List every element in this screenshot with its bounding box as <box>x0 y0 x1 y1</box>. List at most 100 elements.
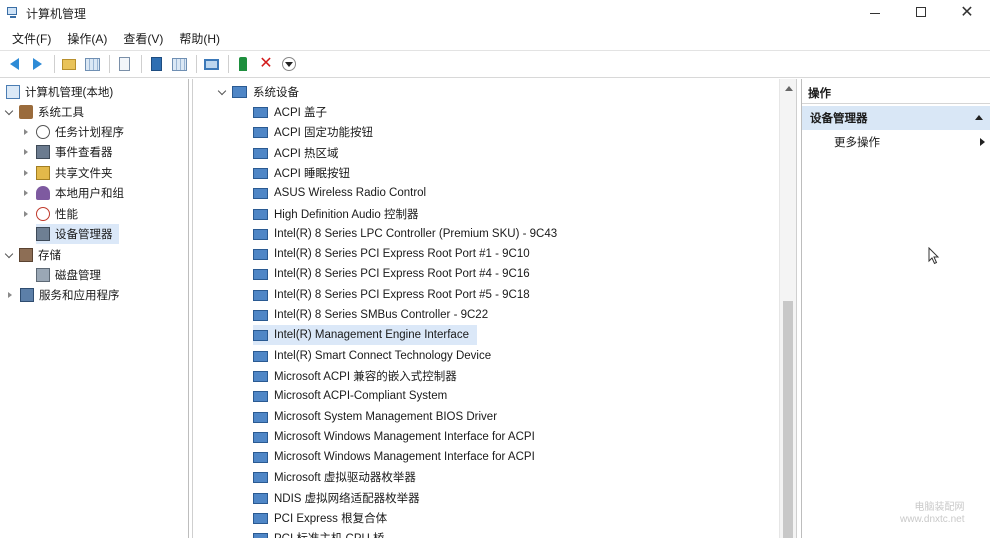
device-row[interactable]: PCI 标准主机 CPU 桥 <box>253 528 385 538</box>
device-row[interactable]: NDIS 虚拟网络适配器枚举器 <box>253 488 420 508</box>
back-button[interactable] <box>4 54 24 74</box>
minimize-button[interactable] <box>852 0 898 24</box>
device-row[interactable]: ACPI 盖子 <box>253 102 327 122</box>
help-button[interactable] <box>146 54 166 74</box>
device-row[interactable]: Microsoft ACPI-Compliant System <box>253 386 447 406</box>
device-row[interactable]: Intel(R) 8 Series PCI Express Root Port … <box>253 264 530 284</box>
vertical-scrollbar[interactable] <box>779 79 796 538</box>
forward-button[interactable] <box>27 54 47 74</box>
device-label: ASUS Wireless Radio Control <box>274 187 427 200</box>
uninstall-device-button[interactable]: ✕ <box>256 54 276 74</box>
device-label: Intel(R) 8 Series PCI Express Root Port … <box>274 288 530 301</box>
collapse-chevron-icon[interactable] <box>24 170 28 176</box>
properties-icon <box>118 57 130 71</box>
watermark: 电脑装配网 www.dnxtc.net <box>900 502 964 526</box>
device-row[interactable]: ASUS Wireless Radio Control <box>253 183 426 203</box>
device-row[interactable]: ACPI 睡眠按钮 <box>253 163 350 183</box>
expand-chevron-icon[interactable] <box>4 106 14 115</box>
tree-item-device-manager[interactable]: 设备管理器 <box>36 224 119 244</box>
tree-item-disk-management[interactable]: 磁盘管理 <box>36 265 101 285</box>
tree-item-performance[interactable]: 性能 <box>24 204 78 224</box>
collapse-chevron-icon[interactable] <box>24 129 28 135</box>
menu-action[interactable]: 操作(A) <box>59 30 115 47</box>
tree-item-event-viewer[interactable]: 事件查看器 <box>24 142 113 162</box>
maximize-icon <box>916 7 926 17</box>
update-driver-icon <box>282 57 296 71</box>
collapse-chevron-icon[interactable] <box>8 292 12 298</box>
device-icon <box>253 411 268 423</box>
device-row[interactable]: Microsoft 虚拟驱动器枚举器 <box>253 467 416 487</box>
device-label: Intel(R) Smart Connect Technology Device <box>274 349 492 362</box>
category-system-devices[interactable]: 系统设备 <box>217 82 299 102</box>
device-row[interactable]: Intel(R) 8 Series LPC Controller (Premiu… <box>253 224 557 244</box>
tree-item-label: 性能 <box>55 209 78 221</box>
scroll-up-icon[interactable] <box>785 86 793 91</box>
device-label: High Definition Audio 控制器 <box>274 208 419 221</box>
scrollbar-thumb[interactable] <box>783 301 793 538</box>
more-actions-item[interactable]: 更多操作 <box>834 132 989 152</box>
maximize-button[interactable] <box>898 0 944 24</box>
device-icon <box>253 329 268 342</box>
scan-hardware-button[interactable] <box>201 54 221 74</box>
device-icon <box>253 309 268 321</box>
tree-item-task-scheduler[interactable]: 任务计划程序 <box>24 122 124 142</box>
system-tools-icon <box>19 105 33 119</box>
navigation-tree: 计算机管理(本地) 系统工具 任务计划程序 事件查看器 共享文件夹 本地用户和组… <box>0 79 189 538</box>
title-bar: 计算机管理 ✕ <box>0 0 990 26</box>
menu-view[interactable]: 查看(V) <box>115 30 171 47</box>
expand-chevron-icon[interactable] <box>4 249 14 258</box>
device-list-pane: 系统设备 ACPI 盖子 ACPI 固定功能按钮 ACPI 热区域 ACPI 睡眠按钮… <box>192 79 797 538</box>
device-row[interactable]: High Definition Audio 控制器 <box>253 204 418 224</box>
menu-file[interactable]: 文件(F) <box>4 30 59 47</box>
forward-icon <box>32 58 42 70</box>
device-label: Microsoft ACPI-Compliant System <box>274 390 448 403</box>
up-folder-button[interactable] <box>59 54 79 74</box>
device-row[interactable]: Microsoft System Management BIOS Driver <box>253 407 497 427</box>
close-button[interactable]: ✕ <box>944 0 990 24</box>
menu-help[interactable]: 帮助(H) <box>171 30 228 47</box>
tree-item-label: 存储 <box>38 250 61 262</box>
device-label: ACPI 盖子 <box>274 107 328 119</box>
device-row[interactable]: PCI Express 根复合体 <box>253 508 387 528</box>
collapse-chevron-icon[interactable] <box>24 149 28 155</box>
device-row[interactable]: ACPI 热区域 <box>253 143 339 163</box>
collapse-chevron-icon[interactable] <box>24 211 28 217</box>
device-row[interactable]: Intel(R) 8 Series PCI Express Root Port … <box>253 244 530 264</box>
toolbar-separator <box>54 55 55 73</box>
properties-button[interactable] <box>114 54 134 74</box>
device-icon <box>253 512 268 524</box>
computer-management-icon <box>6 6 20 20</box>
tree-item-services-apps[interactable]: 服务和应用程序 <box>8 285 120 305</box>
show-hide-tree-button[interactable] <box>82 54 102 74</box>
collapse-caret-icon[interactable] <box>975 115 983 120</box>
watermark-line: 电脑装配网 <box>914 502 965 513</box>
device-row[interactable]: Intel(R) 8 Series PCI Express Root Port … <box>253 285 530 305</box>
watermark-line: www.dnxtc.net <box>900 514 965 525</box>
update-driver-button[interactable] <box>279 54 299 74</box>
device-row[interactable]: Microsoft Windows Management Interface f… <box>253 447 535 467</box>
collapse-chevron-icon[interactable] <box>24 190 28 196</box>
tree-item-storage[interactable]: 存储 <box>4 245 61 265</box>
enable-device-button[interactable] <box>233 54 253 74</box>
device-row[interactable]: Microsoft ACPI 兼容的嵌入式控制器 <box>253 366 457 386</box>
details-view-button[interactable] <box>169 54 189 74</box>
tree-item-local-users[interactable]: 本地用户和组 <box>24 183 124 203</box>
device-icon <box>253 431 268 443</box>
tree-item-system-tools[interactable]: 系统工具 <box>4 102 84 122</box>
device-row[interactable]: ACPI 固定功能按钮 <box>253 122 373 142</box>
device-row[interactable]: Intel(R) Management Engine Interface <box>253 325 477 346</box>
device-row[interactable]: Microsoft Windows Management Interface f… <box>253 427 535 447</box>
tree-item-label: 本地用户和组 <box>55 188 124 200</box>
expand-chevron-icon[interactable] <box>217 86 227 95</box>
tree-item-shared-folders[interactable]: 共享文件夹 <box>24 163 113 183</box>
disk-management-icon <box>36 268 50 282</box>
show-hide-tree-icon <box>84 57 100 71</box>
device-label: Intel(R) 8 Series SMBus Controller - 9C2… <box>274 309 489 321</box>
device-row[interactable]: Intel(R) Smart Connect Technology Device <box>253 346 491 366</box>
scan-hardware-icon <box>203 58 219 70</box>
computer-management-icon <box>6 85 20 99</box>
device-icon <box>253 228 268 240</box>
actions-section-device-manager[interactable]: 设备管理器 <box>802 106 990 130</box>
tree-item-computer-management[interactable]: 计算机管理(本地) <box>6 82 113 102</box>
device-row[interactable]: Intel(R) 8 Series SMBus Controller - 9C2… <box>253 305 488 325</box>
